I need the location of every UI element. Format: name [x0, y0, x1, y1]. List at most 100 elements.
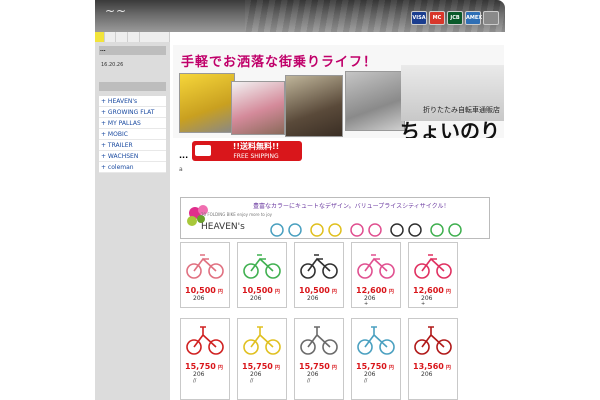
currency-label: 円 — [331, 365, 337, 371]
price-value: 15,750 — [242, 362, 273, 371]
sidebar-date: 16.20.26 — [101, 62, 124, 68]
sidebar-tabs — [95, 32, 170, 42]
currency-label: 円 — [445, 289, 451, 295]
payment-cards: VISA MC JCB AMEX — [411, 11, 499, 25]
bicycle-icon — [186, 326, 224, 355]
banner-photo — [285, 75, 343, 137]
small-text: a — [179, 166, 183, 173]
sidebar-heading — [99, 82, 166, 91]
price-value: 15,750 — [356, 362, 387, 371]
product-code: 206 — [250, 295, 262, 302]
sidebar-tab[interactable] — [128, 32, 140, 42]
currency-label: 円 — [331, 289, 337, 295]
bicycle-icon — [243, 326, 281, 355]
product-card[interactable]: 10,500 円 206 — [294, 242, 344, 308]
bicycle-icon — [414, 254, 452, 279]
product-card[interactable]: 13,560 円 206 — [408, 318, 458, 400]
currency-label: 円 — [274, 365, 280, 371]
brand-subtitle: 折りたたみ自転車通販店 — [423, 106, 500, 114]
banner-photo — [345, 71, 405, 131]
sidebar-item-heavens[interactable]: + HEAVEN's — [99, 96, 166, 107]
bicycle-icon — [300, 254, 338, 279]
price-value: 13,560 — [413, 362, 444, 371]
page: ~~ VISA MC JCB AMEX ... 16.20.26 + HEAVE… — [0, 0, 600, 400]
price-value: 15,750 — [299, 362, 330, 371]
site-header: ~~ VISA MC JCB AMEX — [95, 0, 505, 32]
bank-card-icon — [483, 11, 499, 25]
sidebar: ... 16.20.26 + HEAVEN's + GROWING FLAT +… — [95, 32, 170, 400]
price-value: 10,500 — [242, 286, 273, 295]
sidebar-item-growing-flat[interactable]: + GROWING FLAT — [99, 107, 166, 118]
bicycle-icon — [186, 254, 224, 279]
main-content: 手軽でお洒落な街乗りライフ！ 折りたたみ自転車通販店 ちょいのり ... !!送… — [170, 40, 505, 400]
sidebar-item-my-pallas[interactable]: + MY PALLAS — [99, 118, 166, 129]
product-price: 12,600 円 — [413, 286, 451, 295]
product-note: + — [364, 301, 369, 307]
section-heading: ... — [179, 151, 189, 160]
heavens-tagline: 豊富なカラーにキュートなデザイン。バリュープライスシティサイクル！ — [253, 203, 450, 210]
free-shipping-banner[interactable]: !!送料無料!! FREE SHIPPING — [192, 141, 302, 161]
bicycle-icon — [357, 254, 395, 279]
hero-banner[interactable]: 手軽でお洒落な街乗りライフ！ 折りたたみ自転車通販店 ちょいのり — [173, 45, 504, 138]
bicycle-icon — [357, 326, 395, 355]
currency-label: 円 — [388, 365, 394, 371]
site-title[interactable]: ~~ — [105, 4, 127, 18]
currency-label: 円 — [217, 365, 223, 371]
sidebar-tab[interactable] — [116, 32, 129, 42]
sidebar-tab[interactable] — [95, 32, 105, 42]
product-note: + — [421, 301, 426, 307]
amex-card-icon: AMEX — [465, 11, 482, 25]
sidebar-tab[interactable] — [104, 32, 117, 42]
product-note: // — [193, 378, 197, 384]
product-code: 206 — [250, 371, 262, 378]
product-price: 10,500 円 — [242, 286, 280, 295]
sidebar-heading: ... — [99, 46, 166, 55]
sidebar-menu: + HEAVEN's + GROWING FLAT + MY PALLAS + … — [99, 96, 166, 173]
visa-card-icon: VISA — [411, 11, 427, 25]
product-note: // — [307, 378, 311, 384]
product-price: 15,750 円 — [242, 362, 280, 371]
heavens-banner[interactable]: 20 FOLDING BIKE enjoy more to joy HEAVEN… — [180, 197, 490, 239]
product-code: 206 — [421, 371, 433, 378]
product-card[interactable]: 15,750 円 206 // — [351, 318, 401, 400]
price-value: 10,500 — [299, 286, 330, 295]
sidebar-tab[interactable] — [139, 32, 170, 42]
product-price: 10,500 円 — [299, 286, 337, 295]
product-card[interactable]: 15,750 円 206 // — [180, 318, 230, 400]
truck-icon — [195, 145, 211, 156]
sidebar-item-wachsen[interactable]: + WACHSEN — [99, 151, 166, 162]
heavens-title: HEAVEN's — [201, 222, 245, 232]
bike-lineup-icon — [270, 223, 462, 237]
bicycle-icon — [243, 254, 281, 279]
product-card[interactable]: 15,750 円 206 // — [294, 318, 344, 400]
product-code: 206 — [364, 371, 376, 378]
product-price: 15,750 円 — [185, 362, 223, 371]
currency-label: 円 — [274, 289, 280, 295]
product-note: // — [364, 378, 368, 384]
product-price: 13,560 円 — [413, 362, 451, 371]
product-card[interactable]: 15,750 円 206 // — [237, 318, 287, 400]
product-price: 15,750 円 — [299, 362, 337, 371]
product-price: 10,500 円 — [185, 286, 223, 295]
product-card[interactable]: 12,600 円 206 + — [351, 242, 401, 308]
price-value: 12,600 — [356, 286, 387, 295]
product-code: 206 — [193, 295, 205, 302]
product-code: 206 — [307, 295, 319, 302]
product-price: 12,600 円 — [356, 286, 394, 295]
banner-photo — [179, 73, 235, 133]
product-card[interactable]: 10,500 円 206 — [237, 242, 287, 308]
heavens-subtitle: 20 FOLDING BIKE enjoy more to joy — [201, 212, 273, 217]
product-price: 15,750 円 — [356, 362, 394, 371]
product-card[interactable]: 12,600 円 206 + — [408, 242, 458, 308]
price-value: 12,600 — [413, 286, 444, 295]
sidebar-item-coleman[interactable]: + coleman — [99, 162, 166, 173]
bicycle-icon — [300, 326, 338, 355]
price-value: 15,750 — [185, 362, 216, 371]
currency-label: 円 — [388, 289, 394, 295]
product-card[interactable]: 10,500 円 206 — [180, 242, 230, 308]
product-note: // — [250, 378, 254, 384]
mastercard-icon: MC — [429, 11, 445, 25]
sidebar-item-trailer[interactable]: + TRAILER — [99, 140, 166, 151]
currency-label: 円 — [445, 365, 451, 371]
sidebar-item-mobic[interactable]: + MOBIC — [99, 129, 166, 140]
